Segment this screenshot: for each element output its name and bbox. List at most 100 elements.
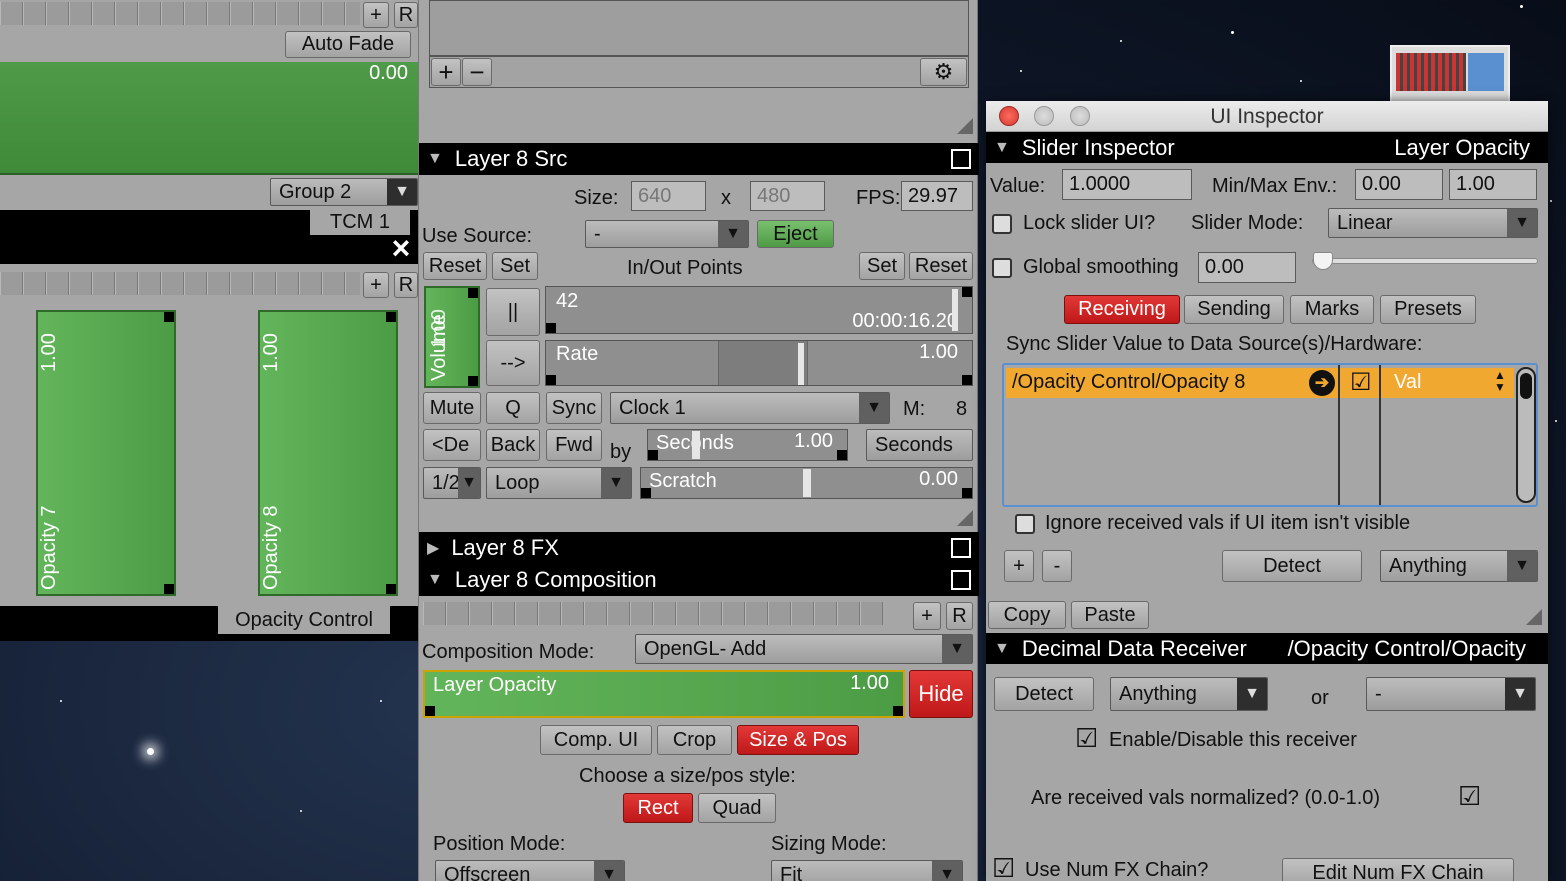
- receiver-detect-button[interactable]: Detect: [994, 677, 1094, 711]
- detach-window-icon[interactable]: [951, 538, 971, 558]
- slider-mode-select[interactable]: Linear ▼: [1328, 208, 1538, 238]
- scrollbar-thumb[interactable]: [1520, 373, 1532, 399]
- layer-composition-header[interactable]: ▼ Layer 8 Composition: [419, 564, 979, 596]
- receiver-dash-select[interactable]: - ▼: [1366, 677, 1536, 711]
- half-select[interactable]: 1/2 ▼: [423, 467, 481, 499]
- auto-fade-button[interactable]: Auto Fade: [285, 31, 411, 58]
- smoothing-field[interactable]: 0.00: [1198, 252, 1296, 283]
- layer-fx-header[interactable]: ▶ Layer 8 FX: [419, 532, 979, 564]
- global-smoothing-checkbox[interactable]: [992, 258, 1012, 278]
- min-field[interactable]: 0.00: [1355, 169, 1443, 200]
- seconds-slider-value: 1.00: [794, 430, 833, 452]
- ignore-vals-checkbox[interactable]: [1015, 514, 1035, 534]
- decimal-receiver-header[interactable]: ▼ Decimal Data Receiver /Opacity Control…: [986, 633, 1548, 664]
- detect-button[interactable]: Detect: [1222, 550, 1362, 582]
- out-set-button[interactable]: Set: [859, 252, 905, 280]
- eject-button[interactable]: Eject: [757, 220, 834, 248]
- seconds-slider[interactable]: Seconds 1.00: [647, 429, 848, 461]
- data-source-list[interactable]: /Opacity Control/Opacity 8 ➔ ☑ Val ▲ ▼: [1002, 363, 1538, 507]
- detach-window-icon[interactable]: [951, 570, 971, 590]
- composition-r-button[interactable]: R: [946, 602, 973, 630]
- crop-button[interactable]: Crop: [657, 725, 732, 755]
- title-bar[interactable]: UI Inspector: [986, 101, 1548, 132]
- q-button[interactable]: Q: [486, 392, 540, 424]
- in-reset-button[interactable]: Reset: [423, 252, 487, 280]
- slider-mode-label: Slider Mode:: [1191, 212, 1304, 234]
- value-label: Value:: [990, 175, 1046, 197]
- group-select[interactable]: Group 2 ▼: [270, 178, 418, 206]
- slider-inspector-header[interactable]: ▼ Slider Inspector Layer Opacity: [986, 132, 1548, 163]
- lock-slider-checkbox[interactable]: [992, 214, 1012, 234]
- mute-button[interactable]: Mute: [423, 392, 481, 424]
- composition-add-button[interactable]: +: [913, 602, 941, 630]
- layer-opacity-slider[interactable]: Layer Opacity 1.00: [423, 670, 905, 718]
- layer-src-header[interactable]: ▼ Layer 8 Src: [419, 143, 979, 175]
- fade-slider[interactable]: 0.00: [0, 62, 418, 175]
- in-set-button[interactable]: Set: [492, 252, 538, 280]
- hide-button[interactable]: Hide: [909, 670, 973, 718]
- opacity-8-slider[interactable]: 1.00 Opacity 8: [258, 310, 398, 596]
- clock-select[interactable]: Clock 1 ▼: [610, 392, 890, 424]
- back-button[interactable]: Back: [486, 429, 540, 461]
- slider-knob: [546, 375, 556, 385]
- smoothing-slider-thumb[interactable]: [1313, 252, 1333, 270]
- normalized-checkbox[interactable]: ☑: [1458, 781, 1481, 811]
- size-pos-button[interactable]: Size & Pos: [737, 725, 859, 755]
- edit-fx-chain-button[interactable]: Edit Num FX Chain: [1282, 858, 1514, 881]
- volume-slider[interactable]: Volume 1.00: [424, 286, 480, 388]
- delete-button[interactable]: <De: [423, 429, 481, 461]
- source-select[interactable]: - ▼: [585, 220, 749, 248]
- loop-select[interactable]: Loop ▼: [486, 467, 632, 499]
- anything-select[interactable]: Anything ▼: [1380, 550, 1538, 582]
- media-list[interactable]: [429, 0, 969, 56]
- receiver-anything-select[interactable]: Anything ▼: [1110, 677, 1268, 711]
- arrow-right-circle-icon[interactable]: ➔: [1309, 370, 1335, 396]
- layer-r-button[interactable]: R: [394, 272, 418, 298]
- position-slider[interactable]: 42 00:00:16.20: [545, 286, 973, 334]
- r-button[interactable]: R: [394, 2, 418, 28]
- value-field[interactable]: 1.0000: [1062, 169, 1192, 200]
- opacity-7-slider[interactable]: 1.00 Opacity 7: [36, 310, 176, 596]
- tab-presets[interactable]: Presets: [1380, 295, 1476, 324]
- pause-button[interactable]: ||: [486, 288, 540, 336]
- comp-ui-button[interactable]: Comp. UI: [540, 725, 652, 755]
- position-mode-select[interactable]: Offscreen ▼: [435, 860, 625, 881]
- sync-button[interactable]: Sync: [546, 392, 602, 424]
- tab-marks[interactable]: Marks: [1290, 295, 1374, 324]
- media-remove-button[interactable]: −: [462, 58, 492, 86]
- close-icon[interactable]: ×: [388, 230, 414, 266]
- paste-button[interactable]: Paste: [1071, 601, 1149, 629]
- source-enabled-checkbox[interactable]: ☑: [1350, 368, 1372, 397]
- tab-sending[interactable]: Sending: [1184, 295, 1284, 324]
- rate-slider[interactable]: Rate 1.00: [545, 340, 973, 386]
- max-field[interactable]: 1.00: [1449, 169, 1537, 200]
- add-source-button[interactable]: +: [1004, 550, 1034, 582]
- list-scrollbar[interactable]: [1516, 367, 1536, 503]
- receiver-target-label: /Opacity Control/Opacity: [1285, 636, 1526, 662]
- sizing-mode-select[interactable]: Fit ▼: [771, 860, 963, 881]
- tab-receiving[interactable]: Receiving: [1064, 295, 1180, 324]
- remove-source-button[interactable]: -: [1042, 550, 1072, 582]
- use-fx-chain-checkbox[interactable]: ☑: [992, 853, 1015, 881]
- gear-icon[interactable]: ⚙: [920, 58, 967, 86]
- scratch-slider[interactable]: Scratch 0.00: [640, 467, 973, 499]
- media-add-button[interactable]: +: [431, 58, 461, 86]
- out-reset-button[interactable]: Reset: [909, 252, 973, 280]
- enable-receiver-checkbox[interactable]: ☑: [1075, 723, 1098, 753]
- rect-button[interactable]: Rect: [623, 793, 693, 823]
- composition-mode-select[interactable]: OpenGL- Add ▼: [635, 634, 973, 664]
- size-width-field: 640: [631, 181, 706, 211]
- quad-button[interactable]: Quad: [698, 793, 776, 823]
- forward-button[interactable]: -->: [486, 340, 540, 386]
- seconds-select[interactable]: Seconds: [866, 429, 973, 461]
- ui-inspector-window: UI Inspector ▼ Slider Inspector Layer Op…: [986, 101, 1548, 881]
- layer-add-button[interactable]: +: [363, 272, 389, 298]
- desktop-thumbnail-image[interactable]: [1390, 45, 1510, 103]
- copy-button[interactable]: Copy: [988, 601, 1066, 629]
- smoothing-slider[interactable]: [1312, 252, 1538, 270]
- fwd-button[interactable]: Fwd: [546, 429, 602, 461]
- detach-window-icon[interactable]: [951, 149, 971, 169]
- use-fx-chain-label: Use Num FX Chain?: [1025, 859, 1209, 881]
- add-button[interactable]: +: [363, 2, 389, 28]
- updown-stepper-icon[interactable]: ▲ ▼: [1494, 369, 1506, 393]
